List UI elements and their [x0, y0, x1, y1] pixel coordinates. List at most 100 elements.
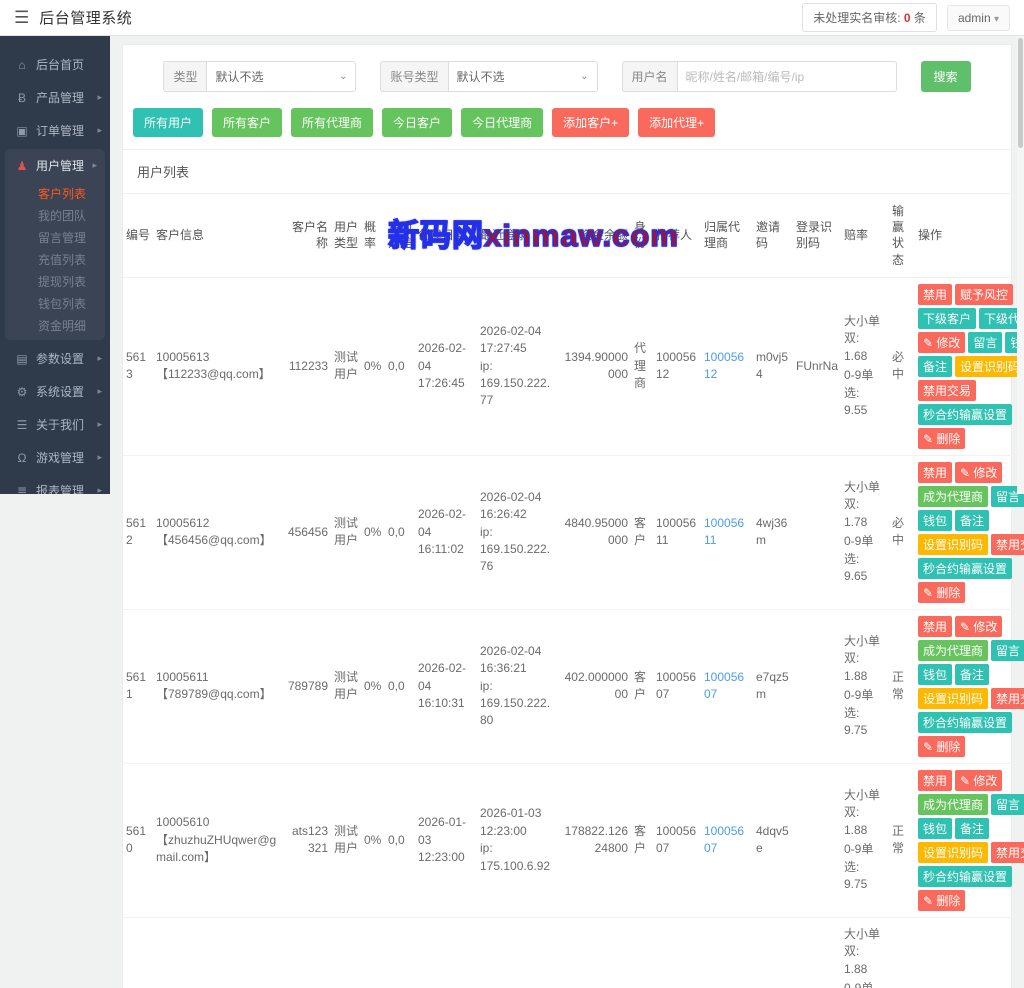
sidebar-subitem-充值列表[interactable]: 充值列表	[5, 248, 105, 270]
action-button-禁用[interactable]: 禁用	[918, 770, 952, 791]
column-header-spread: 合约点差	[385, 194, 415, 277]
sidebar-item-报表管理[interactable]: ≣报表管理▸	[0, 474, 110, 494]
sidebar-menu: ⌂后台首页Ƀ产品管理▸▣订单管理▸♟用户管理▸客户列表我的团队留言管理充值列表提…	[0, 48, 110, 494]
sidebar-item-用户管理[interactable]: ♟用户管理▸	[5, 149, 105, 182]
action-button-删除[interactable]: ✎ 删除	[918, 736, 965, 757]
action-button-设置识别码[interactable]: 设置识别码	[918, 842, 988, 863]
action-button-秒合约输赢设置[interactable]: 秒合约输赢设置	[918, 866, 1012, 887]
action-button-钱包[interactable]: 钱包	[918, 818, 952, 839]
action-button-钱包[interactable]: 钱包	[918, 510, 952, 531]
agent-link[interactable]: 10005607	[704, 824, 744, 855]
action-button-设置识别码[interactable]: 设置识别码	[918, 688, 988, 709]
action-button-禁用[interactable]: 禁用	[918, 616, 952, 637]
action-button-秒合约输赢设置[interactable]: 秒合约输赢设置	[918, 712, 1012, 733]
action-button-成为代理商[interactable]: 成为代理商	[918, 640, 988, 661]
action-button-设置识别码[interactable]: 设置识别码	[955, 356, 1024, 377]
action-button-秒合约输赢设置[interactable]: 秒合约输赢设置	[918, 404, 1012, 425]
sidebar-item-产品管理[interactable]: Ƀ产品管理▸	[0, 81, 110, 114]
action-button-禁用交易[interactable]: 禁用交易	[991, 842, 1024, 863]
cell-invite: m0vj54	[753, 277, 793, 455]
sidebar-subitem-资金明细[interactable]: 资金明细	[5, 314, 105, 336]
action-button-备注[interactable]: 备注	[955, 818, 989, 839]
toolbar-button-添加代理+[interactable]: 添加代理+	[638, 108, 715, 137]
agent-link[interactable]: 10005612	[704, 350, 744, 381]
cell-prob: 0%	[361, 763, 385, 917]
sidebar-item-label: 系统设置	[36, 383, 84, 400]
action-button-禁用交易[interactable]: 禁用交易	[991, 688, 1024, 709]
agent-link[interactable]: 10005611	[704, 516, 744, 547]
sidebar-subitem-钱包列表[interactable]: 钱包列表	[5, 292, 105, 314]
action-button-备注[interactable]: 备注	[955, 664, 989, 685]
action-button-设置识别码[interactable]: 设置识别码	[918, 534, 988, 555]
toolbar-button-今日客户[interactable]: 今日客户	[382, 108, 452, 137]
account-type-filter-select[interactable]: 默认不选 ⌄	[448, 61, 598, 92]
sidebar-subitem-提现列表[interactable]: 提现列表	[5, 270, 105, 292]
action-button-禁用[interactable]: 禁用	[918, 462, 952, 483]
action-button-备注[interactable]: 备注	[918, 356, 952, 377]
cell-spread: 0,0	[385, 277, 415, 455]
action-button-删除[interactable]: ✎ 删除	[918, 890, 965, 911]
cell-line: 2026-02-04	[480, 323, 554, 340]
action-button-删除[interactable]: ✎ 删除	[918, 428, 965, 449]
sidebar-subitem-客户列表[interactable]: 客户列表	[5, 182, 105, 204]
customer-id: 10005613	[156, 349, 280, 366]
agent-link[interactable]: 10005607	[704, 670, 744, 701]
type-filter-label: 类型	[163, 61, 206, 92]
sidebar-item-参数设置[interactable]: ▤参数设置▸	[0, 342, 110, 375]
table-body: 561310005613【112233@qq.com】112233测试用户0%0…	[123, 277, 1024, 988]
action-button-删除[interactable]: ✎ 删除	[918, 582, 965, 603]
hamburger-menu-icon[interactable]: ☰	[14, 8, 29, 28]
action-button-修改[interactable]: ✎ 修改	[955, 770, 1002, 791]
action-button-修改[interactable]: ✎ 修改	[918, 332, 965, 353]
sidebar-item-后台首页[interactable]: ⌂后台首页	[0, 48, 110, 81]
action-button-禁用交易[interactable]: 禁用交易	[991, 534, 1024, 555]
cell-logincode	[793, 763, 841, 917]
action-button-备注[interactable]: 备注	[955, 510, 989, 531]
content-card: 类型 默认不选 ⌄ 账号类型 默认不选 ⌄ 用户名 搜索 所有用户所有客户所有代…	[122, 44, 1012, 988]
action-button-成为代理商[interactable]: 成为代理商	[918, 486, 988, 507]
sidebar-item-游戏管理[interactable]: Ω游戏管理▸	[0, 441, 110, 474]
sidebar-subitem-留言管理[interactable]: 留言管理	[5, 226, 105, 248]
action-button-赋予风控[interactable]: 赋予风控	[955, 284, 1013, 305]
action-button-禁用[interactable]: 禁用	[918, 284, 952, 305]
action-button-钱包[interactable]: 钱包	[918, 664, 952, 685]
username-search-input[interactable]	[677, 61, 897, 92]
sidebar-item-系统设置[interactable]: ⚙系统设置▸	[0, 375, 110, 408]
action-button-禁用交易[interactable]: 禁用交易	[918, 380, 976, 401]
action-button-留言[interactable]: 留言	[991, 794, 1024, 815]
action-button-留言[interactable]: 留言	[968, 332, 1002, 353]
customer-id: 10005612	[156, 515, 280, 532]
action-button-留言[interactable]: 留言	[991, 640, 1024, 661]
action-button-修改[interactable]: ✎ 修改	[955, 616, 1002, 637]
params-icon: ▤	[14, 352, 30, 366]
search-button[interactable]: 搜索	[921, 61, 971, 92]
toolbar-button-所有客户[interactable]: 所有客户	[212, 108, 282, 137]
user-table: 编号客户信息客户名称用户类型概率合约点差创建日期最近登录资金余额身份推荐人归属代…	[123, 194, 1024, 988]
action-button-秒合约输赢设置[interactable]: 秒合约输赢设置	[918, 558, 1012, 579]
scrollbar-thumb[interactable]	[1018, 38, 1023, 148]
cell-line: 0-9单选: 9.55	[844, 367, 886, 419]
action-button-修改[interactable]: ✎ 修改	[955, 462, 1002, 483]
chevron-right-icon: ▸	[97, 419, 102, 430]
sidebar-subitem-我的团队[interactable]: 我的团队	[5, 204, 105, 226]
column-header-identity: 身份	[631, 194, 653, 277]
cell-referrer: 10005607	[653, 763, 701, 917]
toolbar-button-添加客户+[interactable]: 添加客户+	[552, 108, 629, 137]
chevron-right-icon: ▸	[92, 160, 97, 171]
cell-odds: 大小单双: 1.780-9单选: 9.65	[841, 455, 889, 609]
page-scrollbar[interactable]	[1017, 36, 1024, 494]
action-button-下级客户[interactable]: 下级客户	[918, 308, 976, 329]
admin-dropdown[interactable]: admin ▾	[947, 5, 1010, 31]
type-filter-select[interactable]: 默认不选 ⌄	[206, 61, 356, 92]
cell-identity: 代理商	[631, 277, 653, 455]
cell-spread	[385, 917, 415, 988]
toolbar-button-今日代理商[interactable]: 今日代理商	[461, 108, 543, 137]
action-button-成为代理商[interactable]: 成为代理商	[918, 794, 988, 815]
pending-audit-badge[interactable]: 未处理实名审核: 0 条	[802, 3, 937, 32]
toolbar-button-所有代理商[interactable]: 所有代理商	[291, 108, 373, 137]
cell-balance	[557, 917, 631, 988]
toolbar-button-所有用户[interactable]: 所有用户	[133, 108, 203, 137]
sidebar-item-订单管理[interactable]: ▣订单管理▸	[0, 114, 110, 147]
table-title: 用户列表	[123, 149, 1011, 194]
sidebar-item-关于我们[interactable]: ☰关于我们▸	[0, 408, 110, 441]
